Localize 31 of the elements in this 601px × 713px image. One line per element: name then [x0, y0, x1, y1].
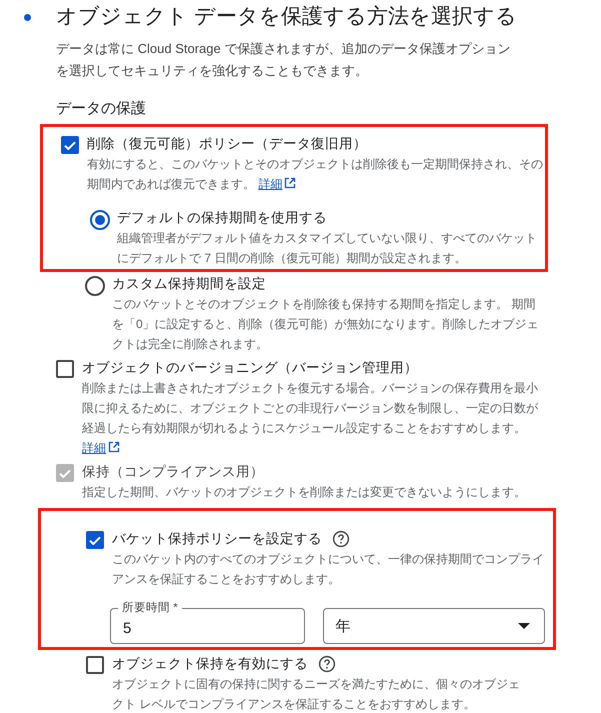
bullet-icon: [24, 14, 31, 20]
option-label: オブジェクト保持を有効にする: [112, 655, 308, 673]
external-link-icon: [108, 441, 120, 453]
external-link-icon: [284, 177, 296, 189]
option-description: 指定した期間、バケットのオブジェクトを削除または変更できないようにします。: [82, 484, 527, 501]
option-description: 削除または上書きされたオブジェクトを復元する場合。バージョンの保存費用を最小限に抑えるために、オブジェクトごとの非現行バージョン数を制限し、一定の日数が経過したら有効期限が切れるようにスケジュール設定することをおすすめします。 詳細: [82, 380, 539, 457]
check-icon: [64, 140, 76, 150]
radio-button[interactable]: [90, 210, 110, 230]
details-link[interactable]: 詳細: [82, 441, 120, 455]
intro-text: データは常に Cloud Storage で保護されますが、追加のデータ保護オプションを選択してセキュリティを強化することもできます。: [56, 40, 512, 80]
section-heading: オブジェクト データを保護する方法を選択する: [56, 4, 517, 30]
option-description: このバケットとそのオブジェクトを削除後も保持する期間を指定します。 期間を「0」に設定すると、削除（復元可能）が無効になります。削除したオブジェクトは完全に削除されます。: [112, 296, 540, 353]
option-description: 有効にすると、このバケットとそのオブジェクトは削除後も一定期間保持され、その期間内であれば復元できます。 詳細: [87, 156, 543, 193]
radio-button[interactable]: [85, 276, 105, 296]
checkbox[interactable]: [56, 360, 74, 378]
group-title: データの保護: [56, 99, 147, 119]
option-label: オブジェクトのバージョニング（バージョン管理用）: [82, 359, 418, 377]
option-description: 組織管理者がデフォルト値をカスタマイズしていない限り、すべてのバケットにデフォルトで 7 日間の削除（復元可能）期間が設定されます。: [117, 230, 538, 267]
field-label: 所要時間 *: [118, 601, 182, 615]
option-label: 保持（コンプライアンス用）: [82, 463, 264, 481]
details-link[interactable]: 詳細: [258, 177, 296, 191]
option-label: 削除（復元可能）ポリシー（データ復旧用）: [87, 135, 367, 153]
option-label: カスタム保持期間を設定: [112, 275, 266, 293]
checkbox[interactable]: [61, 136, 79, 154]
check-icon: [59, 468, 71, 478]
check-icon: [89, 536, 101, 544]
option-description: オブジェクトに固有の保持に関するニーズを満たすために、個々のオブジェクト レベルでコンプライアンスを保証することをおすすめします。: [112, 676, 521, 713]
option-label: バケット保持ポリシーを設定する: [112, 530, 322, 548]
option-description: このバケット内のすべてのオブジェクトについて、一律の保持期間でコンプライアンスを保証することをおすすめします。: [112, 551, 545, 588]
caret-icon: [518, 623, 530, 629]
option-label: デフォルトの保持期間を使用する: [117, 209, 327, 227]
